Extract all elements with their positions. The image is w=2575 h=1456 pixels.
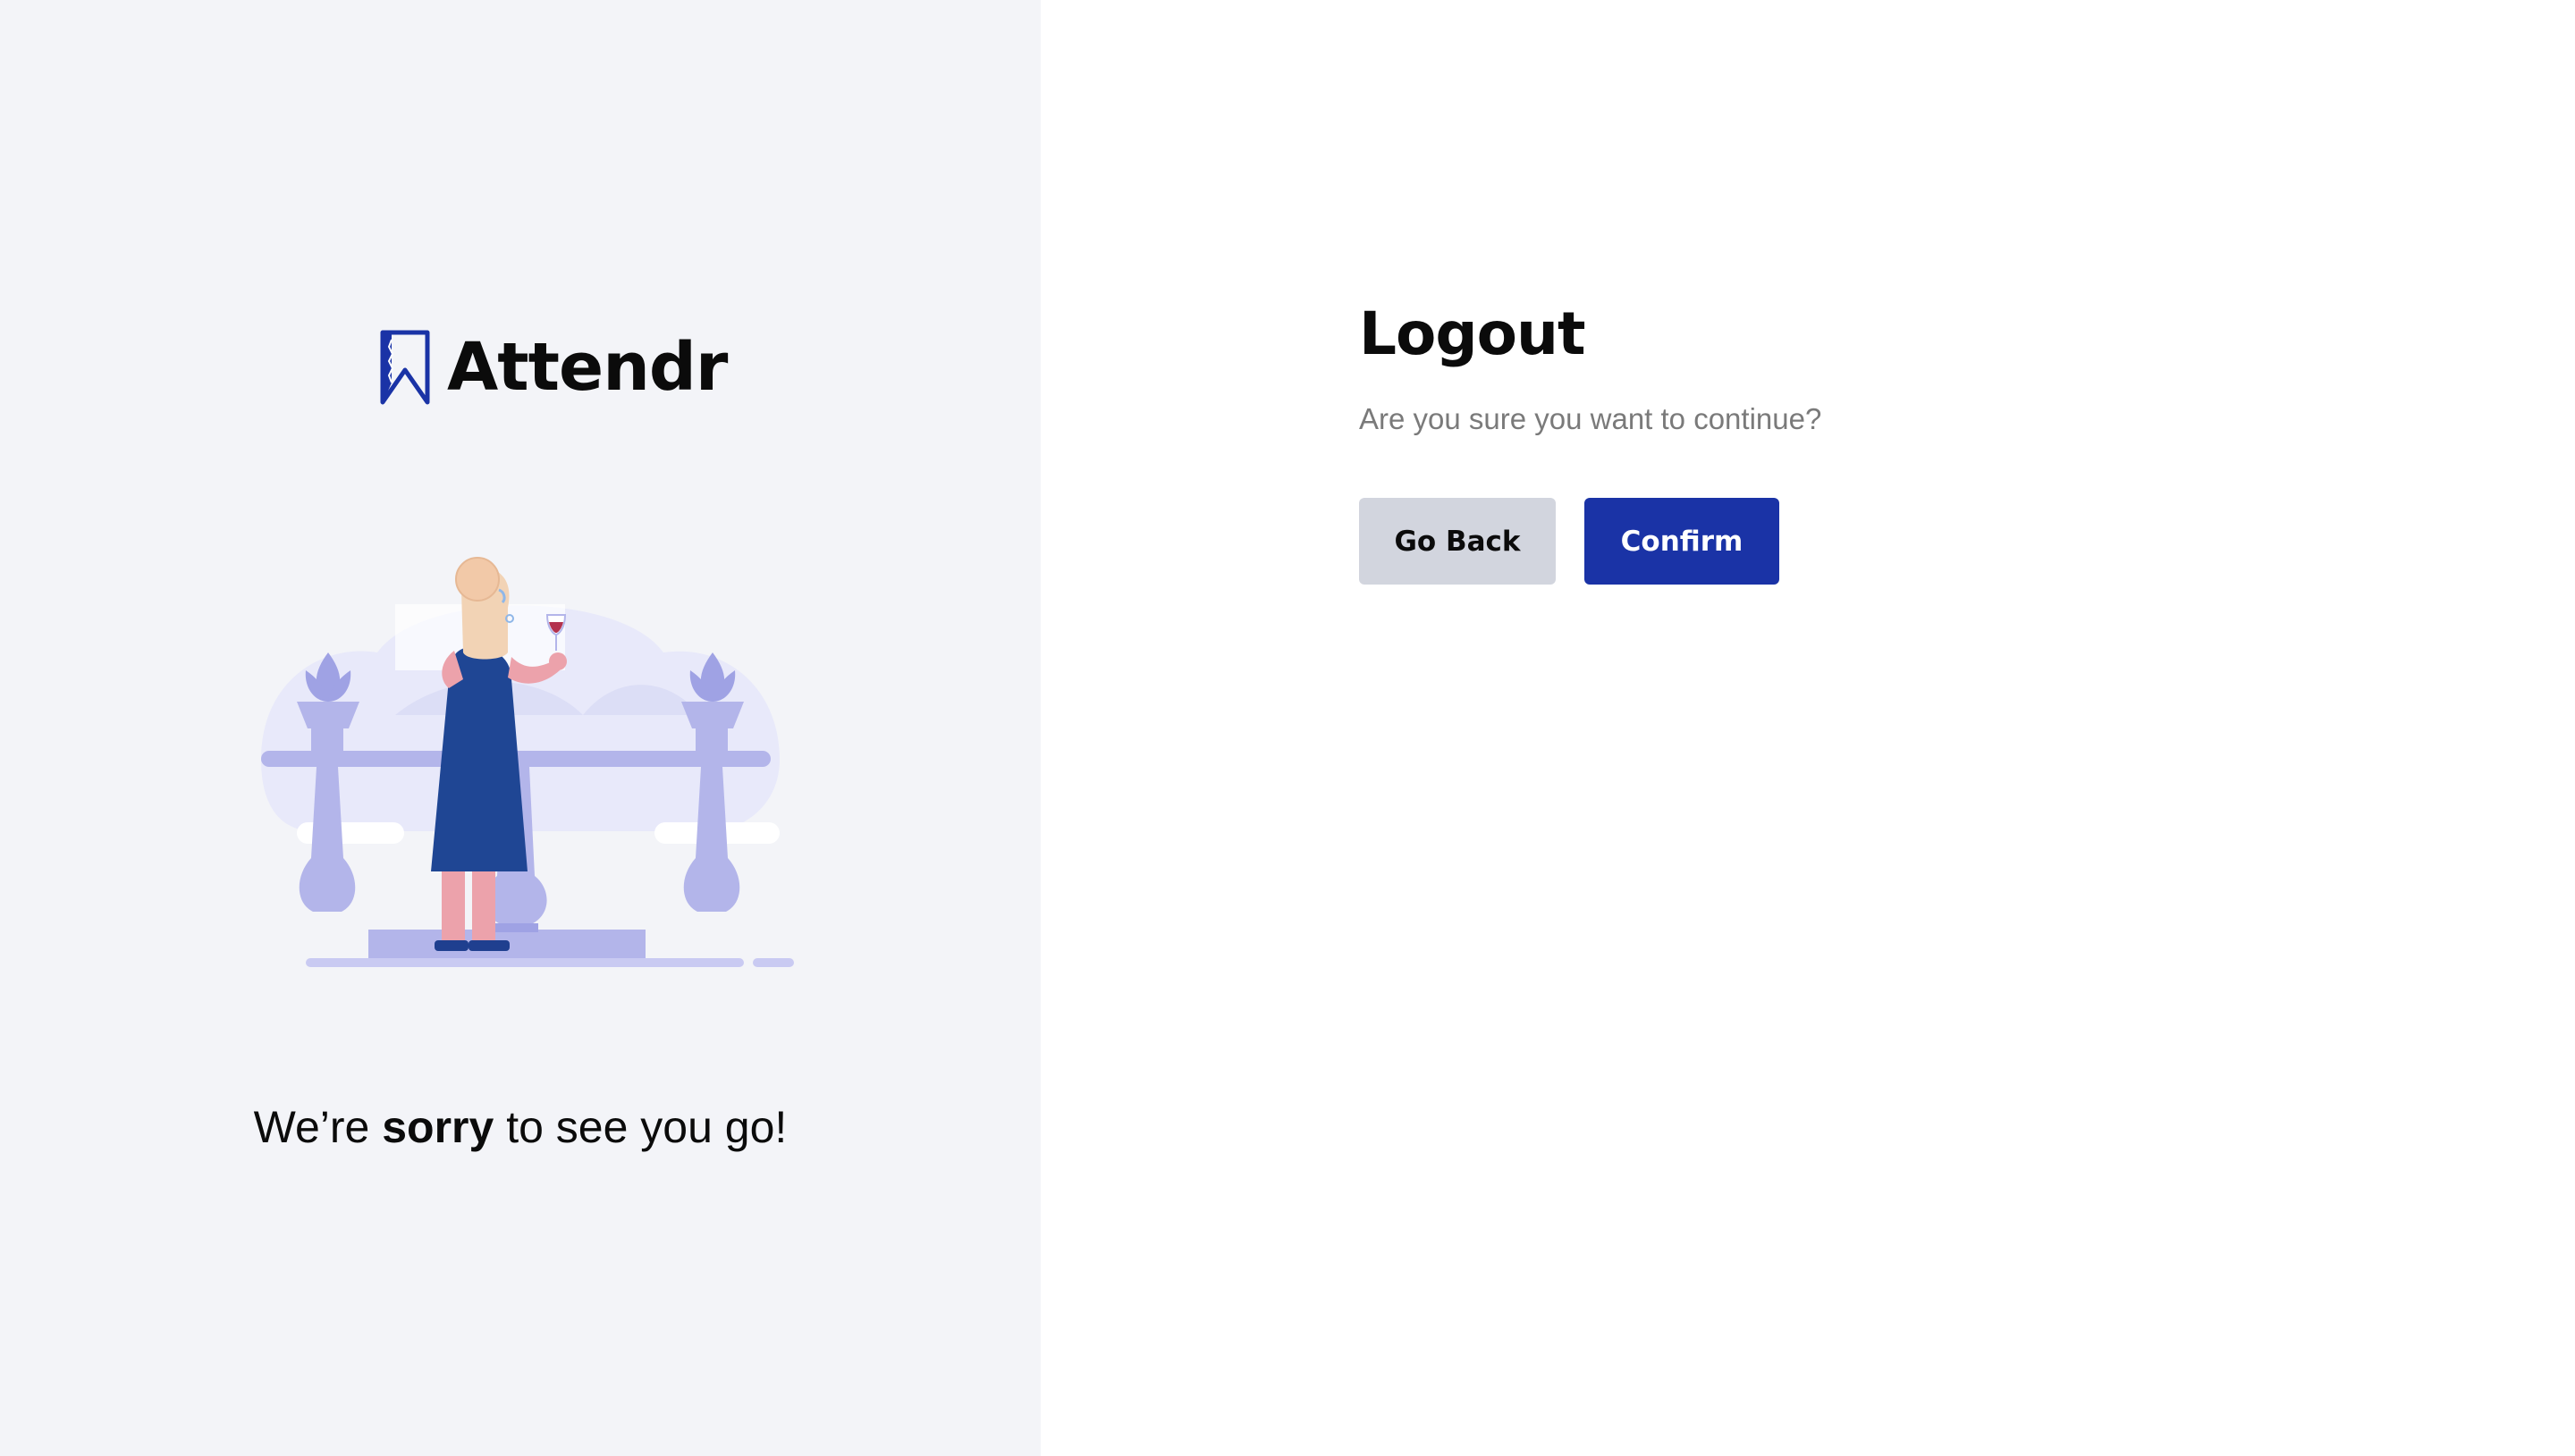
left-panel: Attendr We’re sorry to see you go! [0,0,1041,1456]
farewell-emphasis: sorry [382,1102,494,1152]
go-back-button[interactable]: Go Back [1359,498,1556,585]
confirm-button[interactable]: Confirm [1584,498,1779,585]
page-title: Logout [1359,299,1586,368]
bookmark-icon [380,330,430,405]
woman-balcony-illustration [261,557,794,967]
farewell-message: We’re sorry to see you go! [0,1101,1041,1153]
farewell-suffix: to see you go! [494,1102,788,1152]
brand-logo: Attendr [379,327,728,408]
confirmation-subtitle: Are you sure you want to continue? [1359,402,1822,435]
farewell-prefix: We’re [253,1102,383,1152]
brand-name: Attendr [447,329,728,406]
